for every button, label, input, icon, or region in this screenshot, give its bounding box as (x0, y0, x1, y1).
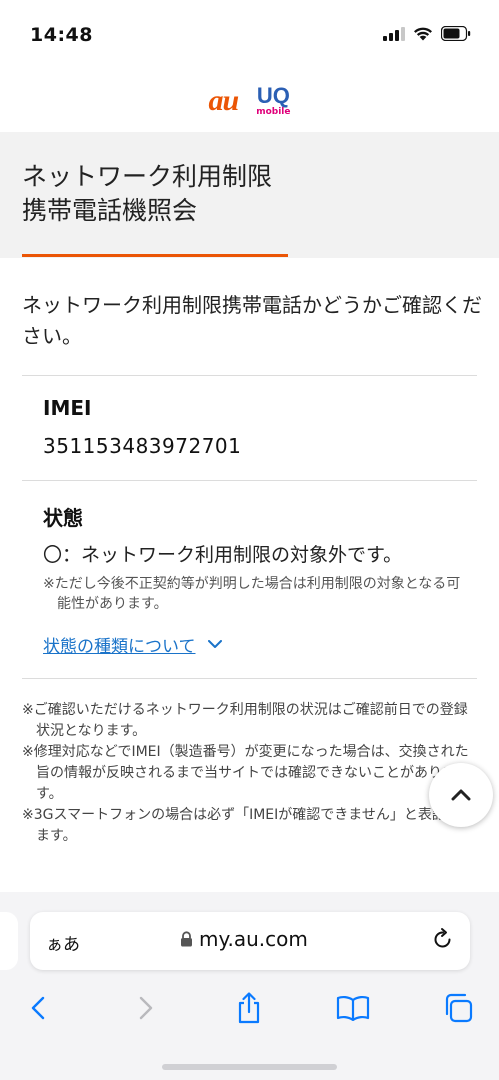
divider (22, 678, 477, 679)
status-time: 14:48 (30, 24, 93, 46)
chevron-down-icon (207, 640, 222, 648)
uq-logo-text: UQ (256, 83, 290, 108)
brand-logos: au UQ mobile (0, 70, 499, 132)
tabs-icon (445, 993, 473, 1023)
state-types-link-label: 状態の種類について (43, 637, 196, 657)
state-types-link[interactable]: 状態の種類について (43, 632, 222, 657)
cellular-signal-icon (383, 26, 405, 41)
previous-tab-edge[interactable] (0, 912, 18, 970)
divider (22, 375, 477, 376)
note-item: ※3Gスマートフォンの場合は必ず「IMEIが確認できません」と表記されます。 (22, 807, 474, 844)
chevron-up-icon (451, 789, 471, 801)
uq-mobile-logo: UQ mobile (256, 85, 290, 117)
state-note: ※ただし今後不正契約等が判明した場合は利用制限の対象となる可能性があります。 (43, 576, 461, 612)
state-label: 状態 (43, 506, 83, 530)
address-bar[interactable]: ぁあ my.au.com (30, 912, 470, 970)
chevron-right-icon (139, 996, 153, 1020)
home-indicator (162, 1064, 337, 1070)
lead-text: ネットワーク利用制限携帯電話かどうかご確認ください。 (22, 293, 482, 348)
uq-logo-subtext: mobile (256, 107, 291, 117)
back-button[interactable] (18, 988, 58, 1028)
share-icon (238, 992, 260, 1024)
title-accent-bar (22, 254, 288, 257)
share-button[interactable] (229, 988, 269, 1028)
au-logo: au (208, 84, 240, 117)
battery-icon (441, 26, 471, 41)
chevron-left-icon (31, 996, 45, 1020)
lock-icon (181, 931, 192, 947)
browser-toolbar (0, 988, 499, 1028)
title-band: ネットワーク利用制限 携帯電話機照会 (0, 132, 499, 258)
bookmarks-button[interactable] (333, 988, 373, 1028)
book-icon (336, 995, 370, 1021)
scroll-to-top-button[interactable] (429, 763, 493, 827)
address-url[interactable]: my.au.com (180, 927, 308, 951)
url-text: my.au.com (199, 927, 308, 951)
reload-button[interactable] (432, 927, 454, 955)
imei-value: 351153483972701 (43, 434, 242, 458)
divider (22, 480, 477, 481)
browser-chrome: ぁあ my.au.com (0, 892, 499, 1080)
wifi-icon (414, 27, 432, 41)
status-icons (383, 26, 471, 41)
status-bar: 14:48 (0, 0, 499, 70)
note-item: ※修理対応などでIMEI（製造番号）が変更になった場合は、交換された旨の情報が反… (22, 744, 469, 802)
state-value: 〇：ネットワーク利用制限の対象外です。 (43, 544, 403, 566)
forward-button[interactable] (126, 988, 166, 1028)
page-title: ネットワーク利用制限 携帯電話機照会 (22, 162, 273, 225)
note-item: ※ご確認いただけるネットワーク利用制限の状況はご確認前日での登録状況となります。 (22, 702, 468, 739)
tabs-button[interactable] (438, 988, 478, 1028)
notes: ※ご確認いただけるネットワーク利用制限の状況はご確認前日での登録状況となります。… (22, 700, 477, 847)
page-settings-button[interactable]: ぁあ (46, 930, 80, 955)
imei-label: IMEI (43, 396, 92, 420)
reload-icon (434, 928, 451, 948)
